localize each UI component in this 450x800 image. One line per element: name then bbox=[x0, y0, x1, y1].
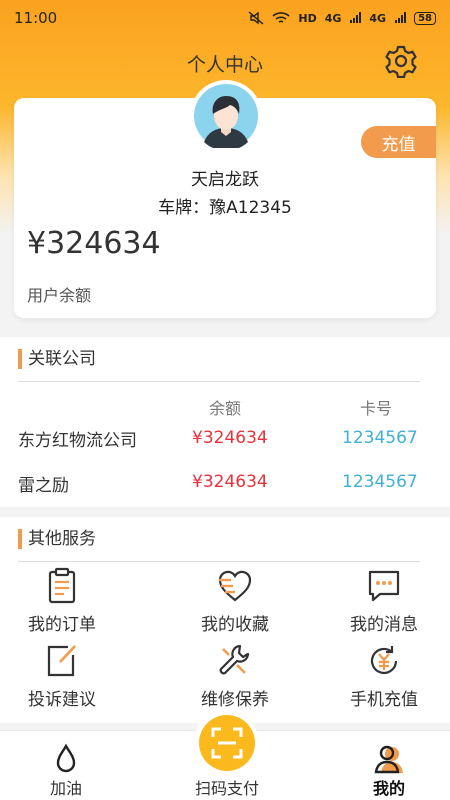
recharge-button[interactable]: 充值 bbox=[361, 126, 436, 158]
company-row-name[interactable]: 东方红物流公司 bbox=[18, 426, 137, 451]
divider bbox=[18, 561, 420, 562]
signal-1-label: 4G bbox=[324, 11, 342, 25]
message-icon bbox=[368, 570, 400, 602]
service-label: 我的消息 bbox=[350, 615, 418, 635]
company-section-title: 关联公司 bbox=[18, 349, 96, 369]
my-favorites-button[interactable]: 我的收藏 bbox=[175, 566, 295, 636]
tab-refuel[interactable]: 加油 bbox=[6, 731, 126, 800]
avatar-icon bbox=[194, 84, 258, 148]
company-row-name[interactable]: 雷之励 bbox=[18, 471, 69, 496]
wifi-icon bbox=[272, 12, 290, 23]
order-list-icon bbox=[48, 567, 76, 604]
user-name: 天启龙跃 bbox=[191, 170, 259, 190]
tab-label: 加油 bbox=[49, 779, 82, 798]
company-row-balance: ¥324634 bbox=[192, 428, 268, 448]
scan-icon bbox=[211, 727, 243, 759]
signal-1-icon bbox=[350, 12, 362, 23]
service-label: 我的订单 bbox=[28, 615, 96, 635]
signal-2-label: 4G bbox=[369, 11, 387, 25]
status-bar: 11:00 HD 4G 4G 58 bbox=[0, 0, 450, 36]
services-section: 其他服务 我的订单 我的收藏 我的消息 投诉建议 维修保养 手机充值 bbox=[0, 517, 450, 723]
phone-recharge-button[interactable]: 手机充值 bbox=[324, 641, 444, 711]
network-label: HD bbox=[298, 11, 317, 25]
user-icon bbox=[374, 745, 403, 774]
user-balance-label: 用户余额 bbox=[27, 286, 92, 305]
license-plate: 车牌：豫A12345 bbox=[158, 198, 292, 218]
status-icons: HD 4G 4G 58 bbox=[248, 11, 436, 25]
service-label: 我的收藏 bbox=[201, 615, 269, 635]
service-label: 投诉建议 bbox=[28, 690, 96, 710]
balance-column-header: 余额 bbox=[209, 399, 242, 418]
service-label: 维修保养 bbox=[201, 690, 269, 710]
company-row-balance: ¥324634 bbox=[192, 472, 268, 492]
page-title: 个人中心 bbox=[186, 54, 263, 76]
card-column-header: 卡号 bbox=[360, 399, 393, 418]
repair-maintenance-button[interactable]: 维修保养 bbox=[175, 641, 295, 711]
mute-icon bbox=[248, 11, 264, 25]
my-orders-button[interactable]: 我的订单 bbox=[2, 566, 122, 636]
fuel-drop-icon bbox=[56, 743, 76, 773]
services-section-title: 其他服务 bbox=[18, 529, 96, 549]
avatar[interactable] bbox=[190, 80, 262, 152]
tab-label: 我的 bbox=[372, 779, 405, 798]
settings-gear-icon[interactable] bbox=[384, 44, 418, 78]
status-time: 11:00 bbox=[14, 9, 58, 27]
divider bbox=[18, 381, 420, 382]
tab-mine[interactable]: 我的 bbox=[329, 731, 449, 800]
company-row-card: 1234567 bbox=[342, 428, 418, 448]
heart-list-icon bbox=[218, 570, 252, 602]
edit-note-icon bbox=[47, 645, 76, 677]
repair-tools-icon bbox=[219, 644, 250, 675]
complaints-button[interactable]: 投诉建议 bbox=[2, 641, 122, 711]
yuan-recharge-icon bbox=[370, 646, 398, 674]
battery-level: 58 bbox=[414, 11, 436, 25]
tab-label: 扫码支付 bbox=[194, 779, 259, 798]
service-label: 手机充值 bbox=[350, 690, 418, 710]
company-row-card: 1234567 bbox=[342, 472, 418, 492]
my-messages-button[interactable]: 我的消息 bbox=[324, 566, 444, 636]
user-balance-amount: ¥324634 bbox=[27, 226, 161, 261]
company-section: 关联公司 余额 卡号 东方红物流公司 ¥324634 1234567 雷之励 ¥… bbox=[0, 337, 450, 507]
scan-button[interactable] bbox=[199, 715, 255, 771]
signal-2-icon bbox=[395, 12, 407, 23]
